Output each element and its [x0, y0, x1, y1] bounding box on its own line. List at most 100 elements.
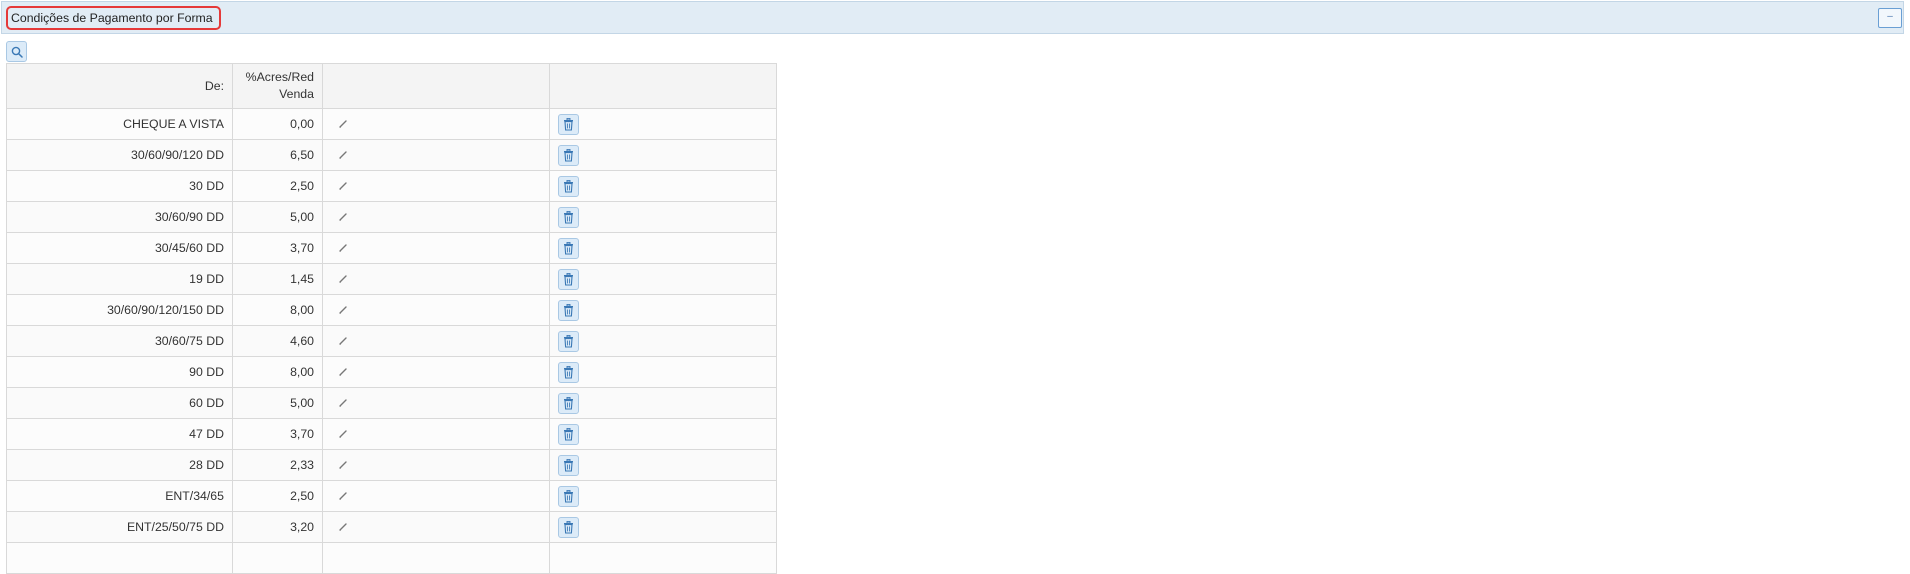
cell-de: 19 DD: [6, 263, 233, 295]
delete-button[interactable]: [558, 392, 579, 414]
delete-button[interactable]: [558, 144, 579, 166]
delete-button[interactable]: [558, 423, 579, 445]
delete-button[interactable]: [558, 206, 579, 228]
cell-de: 60 DD: [6, 387, 233, 419]
table-row: ENT/25/50/75 DD 3,20: [6, 511, 777, 543]
pencil-icon[interactable]: [339, 303, 347, 317]
cell-edit: [322, 139, 550, 171]
cell-de: 30/45/60 DD: [6, 232, 233, 264]
panel-title: Condições de Pagamento por Forma: [6, 6, 221, 30]
delete-button[interactable]: [558, 175, 579, 197]
search-button[interactable]: [6, 41, 27, 62]
cell-delete: [549, 232, 777, 264]
delete-button[interactable]: [558, 330, 579, 352]
cell-acres: 3,20: [232, 511, 323, 543]
cell-edit: [322, 449, 550, 481]
cell-acres: 8,00: [232, 294, 323, 326]
cell-acres: 5,00: [232, 387, 323, 419]
delete-button[interactable]: [558, 299, 579, 321]
table-row: 19 DD 1,45: [6, 263, 777, 295]
table-row: CHEQUE A VISTA 0,00: [6, 108, 777, 140]
cell-de: 47 DD: [6, 418, 233, 450]
cell-delete: [549, 170, 777, 202]
table-row: 30/60/90 DD 5,00: [6, 201, 777, 233]
delete-button[interactable]: [558, 361, 579, 383]
cell-edit: [322, 170, 550, 202]
cell-acres: [232, 542, 323, 574]
cell-edit: [322, 294, 550, 326]
delete-button[interactable]: [558, 485, 579, 507]
cell-delete: [549, 294, 777, 326]
delete-button[interactable]: [558, 268, 579, 290]
column-header-de: De:: [6, 63, 233, 109]
cell-de: 28 DD: [6, 449, 233, 481]
cell-de: 90 DD: [6, 356, 233, 388]
cell-edit: [322, 325, 550, 357]
cell-delete: [549, 511, 777, 543]
panel-header: Condições de Pagamento por Forma –: [1, 1, 1904, 34]
cell-de: CHEQUE A VISTA: [6, 108, 233, 140]
column-header-edit: [322, 63, 550, 109]
pencil-icon[interactable]: [339, 148, 347, 162]
table-row: 30/45/60 DD 3,70: [6, 232, 777, 264]
table-row: 47 DD 3,70: [6, 418, 777, 450]
cell-edit: [322, 232, 550, 264]
table-row: 90 DD 8,00: [6, 356, 777, 388]
pencil-icon[interactable]: [339, 520, 347, 534]
cell-delete: [549, 480, 777, 512]
cell-de: 30 DD: [6, 170, 233, 202]
cell-de: 30/60/90/120 DD: [6, 139, 233, 171]
pencil-icon[interactable]: [339, 489, 347, 503]
cell-de: 30/60/90/120/150 DD: [6, 294, 233, 326]
pencil-icon[interactable]: [339, 458, 347, 472]
cell-edit: [322, 108, 550, 140]
cell-delete: [549, 139, 777, 171]
cell-edit: [322, 418, 550, 450]
delete-button[interactable]: [558, 516, 579, 538]
table-row: 30/60/90/120/150 DD 8,00: [6, 294, 777, 326]
cell-edit: [322, 511, 550, 543]
cell-edit: [322, 201, 550, 233]
pencil-icon[interactable]: [339, 179, 347, 193]
table-row: 30/60/90/120 DD 6,50: [6, 139, 777, 171]
cell-acres: 3,70: [232, 418, 323, 450]
delete-button[interactable]: [558, 454, 579, 476]
cell-acres: 6,50: [232, 139, 323, 171]
pencil-icon[interactable]: [339, 396, 347, 410]
column-header-acres: %Acres/Red Venda: [232, 63, 323, 109]
cell-de: [6, 542, 233, 574]
cell-delete: [549, 356, 777, 388]
pencil-icon[interactable]: [339, 427, 347, 441]
cell-edit: [322, 480, 550, 512]
pencil-icon[interactable]: [339, 210, 347, 224]
pencil-icon[interactable]: [339, 117, 347, 131]
cell-delete: [549, 542, 777, 574]
cell-delete: [549, 108, 777, 140]
cell-delete: [549, 449, 777, 481]
table-header-row: De: %Acres/Red Venda: [6, 63, 777, 109]
table-row: 30 DD 2,50: [6, 170, 777, 202]
cell-de: ENT/34/65: [6, 480, 233, 512]
table-row: 30/60/75 DD 4,60: [6, 325, 777, 357]
collapse-button[interactable]: –: [1878, 8, 1902, 28]
pencil-icon[interactable]: [339, 334, 347, 348]
cell-de: 30/60/75 DD: [6, 325, 233, 357]
pencil-icon[interactable]: [339, 272, 347, 286]
cell-de: ENT/25/50/75 DD: [6, 511, 233, 543]
pencil-icon[interactable]: [339, 365, 347, 379]
delete-button[interactable]: [558, 237, 579, 259]
cell-edit: [322, 387, 550, 419]
payment-conditions-table: De: %Acres/Red Venda CHEQUE A VISTA 0,00 3…: [6, 63, 777, 574]
cell-acres: 1,45: [232, 263, 323, 295]
cell-delete: [549, 263, 777, 295]
cell-acres: 4,60: [232, 325, 323, 357]
cell-edit: [322, 263, 550, 295]
cell-acres: 2,50: [232, 480, 323, 512]
table-row: ENT/34/65 2,50: [6, 480, 777, 512]
delete-button[interactable]: [558, 113, 579, 135]
pencil-icon[interactable]: [339, 241, 347, 255]
cell-edit: [322, 542, 550, 574]
cell-delete: [549, 418, 777, 450]
cell-de: 30/60/90 DD: [6, 201, 233, 233]
cell-delete: [549, 325, 777, 357]
